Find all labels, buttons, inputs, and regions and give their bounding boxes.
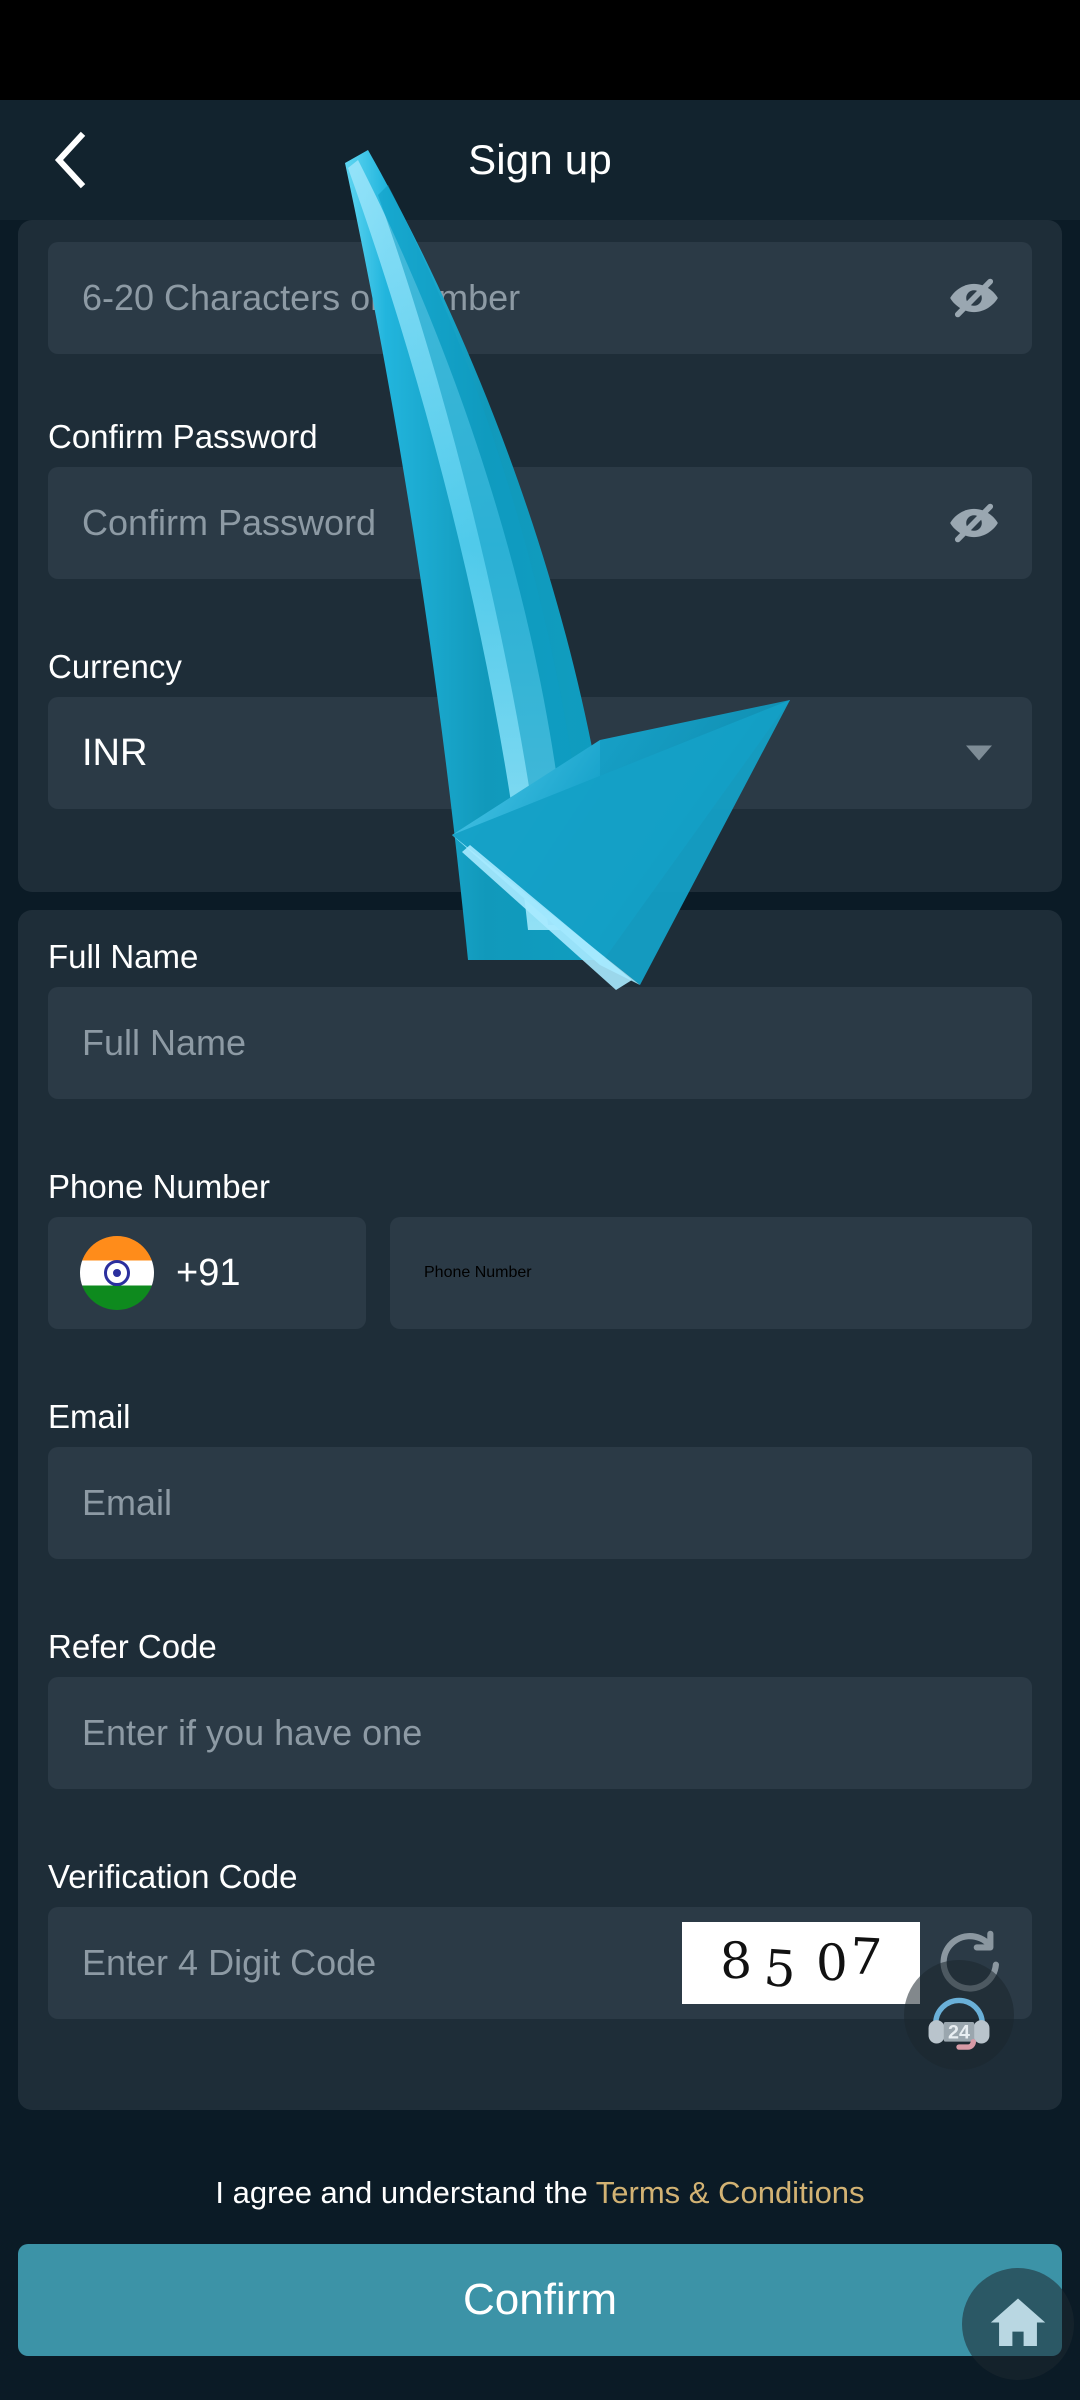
currency-field-group: Currency INR xyxy=(48,650,1032,809)
refer-code-placeholder: Enter if you have one xyxy=(82,1712,423,1753)
password-input[interactable]: 6-20 Characters or Number xyxy=(48,242,1032,354)
eye-off-icon[interactable] xyxy=(946,495,1002,551)
email-field-group: Email Email xyxy=(48,1400,1032,1559)
headset-24-support-icon: 24 xyxy=(916,1970,1002,2061)
chevron-down-icon xyxy=(966,745,992,761)
customer-support-button[interactable]: 24 xyxy=(904,1960,1014,2070)
terms-and-conditions-link[interactable]: Terms & Conditions xyxy=(596,2175,865,2210)
home-icon xyxy=(986,2290,1050,2359)
status-bar xyxy=(0,0,1080,100)
country-code-selector[interactable]: +91 xyxy=(48,1217,366,1329)
captcha-digit: 5 xyxy=(762,1938,798,2000)
password-placeholder: 6-20 Characters or Number xyxy=(82,277,521,318)
verification-code-field-group: Verification Code Enter 4 Digit Code 8 5… xyxy=(48,1860,1032,2019)
app-header: Sign up xyxy=(0,100,1080,220)
password-field-group: 6-20 Characters or Number xyxy=(48,242,1032,354)
svg-text:24: 24 xyxy=(948,2021,970,2043)
verification-code-placeholder: Enter 4 Digit Code xyxy=(82,1942,377,1983)
phone-field-group: Phone Number +91 Phone Number xyxy=(48,1170,1032,1329)
india-flag-icon xyxy=(80,1236,154,1310)
confirm-button[interactable]: Confirm xyxy=(18,2244,1062,2356)
captcha-image[interactable]: 8 5 0 7 xyxy=(682,1922,920,2004)
agree-text: I agree and understand the xyxy=(215,2175,588,2210)
currency-label: Currency xyxy=(48,648,182,685)
verification-code-input[interactable]: Enter 4 Digit Code 8 5 0 7 xyxy=(48,1907,1032,2019)
phone-label: Phone Number xyxy=(48,1168,270,1205)
page-title: Sign up xyxy=(468,136,612,183)
email-placeholder: Email xyxy=(82,1482,173,1523)
full-name-input[interactable]: Full Name xyxy=(48,987,1032,1099)
account-card: 6-20 Characters or Number Confirm Passwo… xyxy=(18,220,1062,892)
refer-code-input[interactable]: Enter if you have one xyxy=(48,1677,1032,1789)
signup-screen: Sign up 6-20 Characters or Number Confir… xyxy=(0,0,1080,2400)
email-label: Email xyxy=(48,1398,131,1435)
terms-agreement: I agree and understand the Terms & Condi… xyxy=(0,2175,1080,2211)
captcha-digit: 0 xyxy=(814,1933,849,1993)
refer-code-label: Refer Code xyxy=(48,1628,217,1665)
phone-number-input[interactable]: Phone Number xyxy=(390,1217,1032,1329)
form-scroll-area[interactable]: 6-20 Characters or Number Confirm Passwo… xyxy=(0,220,1080,2155)
full-name-field-group: Full Name Full Name xyxy=(48,940,1032,1099)
full-name-label: Full Name xyxy=(48,938,199,975)
confirm-password-label: Confirm Password xyxy=(48,418,318,455)
profile-card: Full Name Full Name Phone Number +91 Pho… xyxy=(18,910,1062,2110)
confirm-password-input[interactable]: Confirm Password xyxy=(48,467,1032,579)
confirm-button-label: Confirm xyxy=(462,2275,618,2324)
captcha-digit: 7 xyxy=(848,1927,884,1987)
currency-select[interactable]: INR xyxy=(48,697,1032,809)
country-code-value: +91 xyxy=(176,1251,241,1294)
full-name-placeholder: Full Name xyxy=(82,1022,247,1063)
home-button[interactable] xyxy=(962,2268,1074,2380)
verification-code-label: Verification Code xyxy=(48,1858,298,1895)
back-button[interactable] xyxy=(36,125,106,195)
captcha-digit: 8 xyxy=(718,1931,754,1991)
confirm-password-placeholder: Confirm Password xyxy=(82,502,377,543)
phone-placeholder: Phone Number xyxy=(424,1264,532,1281)
confirm-password-field-group: Confirm Password Confirm Password xyxy=(48,420,1032,579)
refer-code-field-group: Refer Code Enter if you have one xyxy=(48,1630,1032,1789)
eye-off-icon[interactable] xyxy=(946,270,1002,326)
email-input[interactable]: Email xyxy=(48,1447,1032,1559)
chevron-left-icon xyxy=(51,130,91,190)
currency-value: INR xyxy=(82,731,148,774)
